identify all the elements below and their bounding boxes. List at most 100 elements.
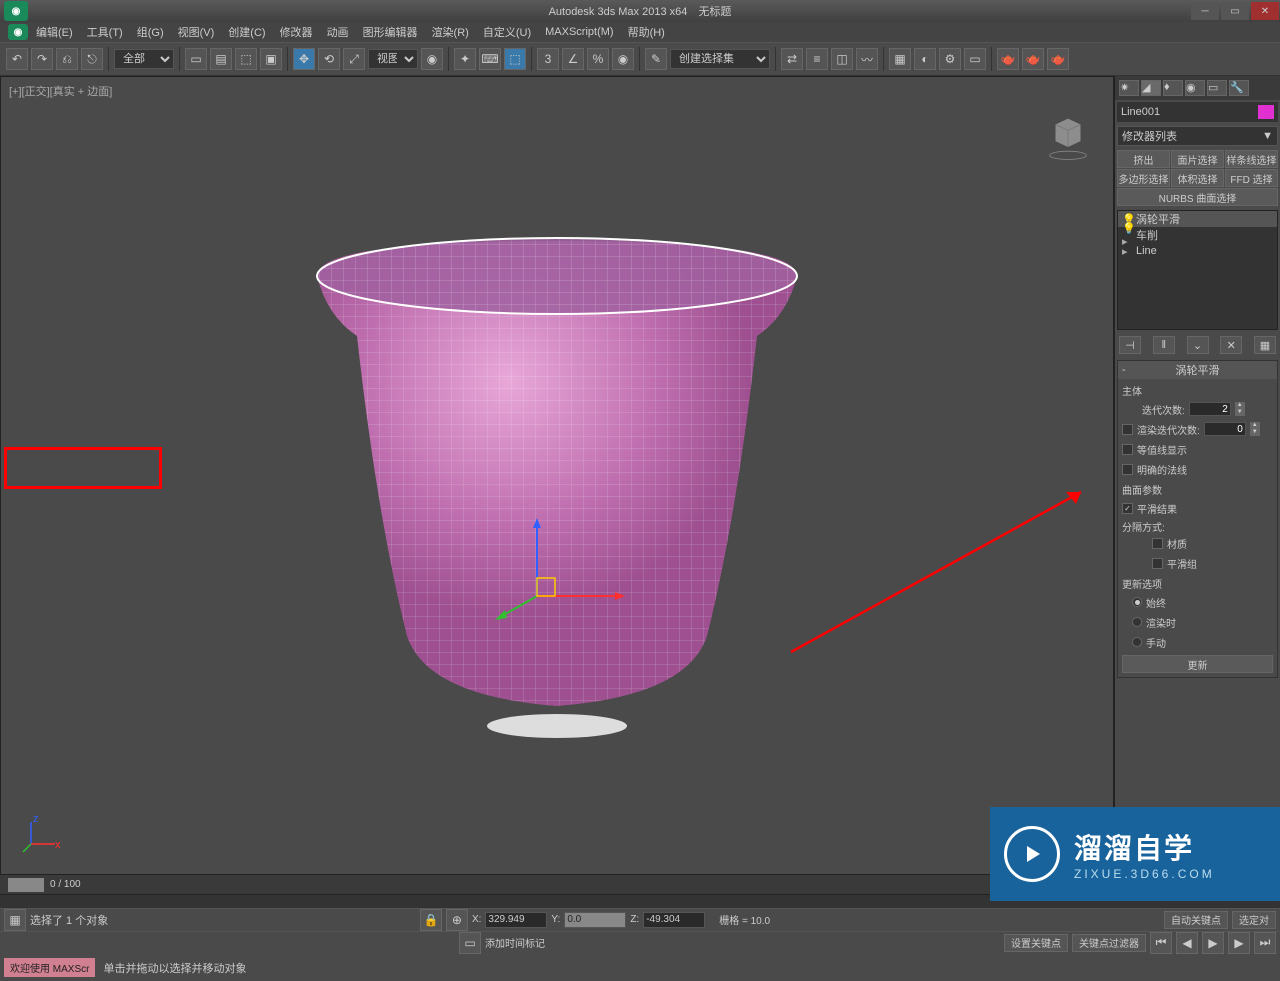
stack-item-turbosmooth[interactable]: 💡涡轮平滑: [1118, 211, 1277, 227]
mod-btn-extrude[interactable]: 挤出: [1117, 150, 1170, 168]
manual-radio[interactable]: [1132, 637, 1142, 647]
percent-snap-button[interactable]: %: [587, 48, 609, 70]
menu-render[interactable]: 渲染(R): [426, 22, 475, 42]
schematic-button[interactable]: ▦: [889, 48, 911, 70]
smoothgroup-checkbox[interactable]: [1152, 558, 1163, 569]
select-name-button[interactable]: ▤: [210, 48, 232, 70]
snap-button[interactable]: ⬚: [504, 48, 526, 70]
named-selection-set[interactable]: 创建选择集: [670, 49, 770, 69]
tab-utilities[interactable]: 🔧: [1229, 80, 1249, 96]
mod-btn-poly[interactable]: 多边形选择: [1117, 169, 1170, 187]
viewport[interactable]: [+][正交][真实 + 边面]: [0, 76, 1114, 875]
minimize-button[interactable]: ─: [1191, 2, 1219, 20]
menu-group[interactable]: 组(G): [131, 22, 170, 42]
normals-checkbox[interactable]: [1122, 464, 1133, 475]
move-button[interactable]: ✥: [293, 48, 315, 70]
lock-button[interactable]: ▦: [4, 909, 26, 931]
mod-btn-patch[interactable]: 面片选择: [1171, 150, 1224, 168]
viewport-label[interactable]: [+][正交][真实 + 边面]: [9, 83, 112, 99]
menu-customize[interactable]: 自定义(U): [477, 22, 537, 42]
material-checkbox[interactable]: [1152, 538, 1163, 549]
object-color-swatch[interactable]: [1258, 105, 1274, 119]
selection-filter[interactable]: 全部: [114, 49, 174, 69]
select-button[interactable]: ▭: [185, 48, 207, 70]
modifier-list-dropdown[interactable]: 修改器列表▼: [1117, 126, 1278, 146]
mod-btn-spline[interactable]: 样条线选择: [1225, 150, 1278, 168]
pivot-button[interactable]: ◉: [421, 48, 443, 70]
tab-hierarchy[interactable]: ♦: [1163, 80, 1183, 96]
absolute-mode-button[interactable]: ⊕: [446, 909, 468, 931]
rollout-header[interactable]: -涡轮平滑: [1118, 361, 1277, 379]
menu-graph[interactable]: 图形编辑器: [357, 22, 424, 42]
time-slider[interactable]: [8, 878, 44, 892]
tab-display[interactable]: ▭: [1207, 80, 1227, 96]
key-filter-button[interactable]: 关键点过滤器: [1072, 934, 1146, 952]
angle-snap-button[interactable]: ∠: [562, 48, 584, 70]
goto-end-button[interactable]: ⏭: [1254, 932, 1276, 954]
render-iter-spinner-buttons[interactable]: ▲▼: [1250, 422, 1260, 436]
iterations-spinner-buttons[interactable]: ▲▼: [1235, 402, 1245, 416]
isoline-checkbox[interactable]: [1122, 444, 1133, 455]
menu-maxscript[interactable]: MAXScript(M): [539, 24, 619, 40]
render-iter-button[interactable]: 🫖: [1022, 48, 1044, 70]
app-menu-icon[interactable]: ◉: [8, 24, 28, 40]
mod-btn-nurbs[interactable]: NURBS 曲面选择: [1117, 188, 1278, 206]
menu-edit[interactable]: 编辑(E): [30, 22, 79, 42]
sel-transform-button[interactable]: 选定对: [1232, 911, 1276, 929]
object-name-field[interactable]: Line001: [1117, 102, 1278, 122]
keyboard-button[interactable]: ⌨: [479, 48, 501, 70]
y-coord-field[interactable]: [564, 912, 626, 928]
menu-animation[interactable]: 动画: [321, 22, 355, 42]
mod-btn-ffd[interactable]: FFD 选择: [1225, 169, 1278, 187]
layers-button[interactable]: ◫: [831, 48, 853, 70]
remove-mod-button[interactable]: ✕: [1220, 336, 1242, 354]
link-button[interactable]: ⎌: [56, 48, 78, 70]
render-setup-button[interactable]: ⚙: [939, 48, 961, 70]
spinner-snap-button[interactable]: ◉: [612, 48, 634, 70]
rotate-button[interactable]: ⟲: [318, 48, 340, 70]
align-button[interactable]: ≡: [806, 48, 828, 70]
material-button[interactable]: ◐: [914, 48, 936, 70]
update-button[interactable]: 更新: [1122, 655, 1273, 673]
smooth-result-checkbox[interactable]: ✓: [1122, 503, 1133, 514]
z-coord-field[interactable]: [643, 912, 705, 928]
listener-button[interactable]: ▭: [459, 932, 481, 954]
redo-button[interactable]: ↷: [31, 48, 53, 70]
make-unique-button[interactable]: ⌄: [1187, 336, 1209, 354]
close-button[interactable]: ✕: [1251, 2, 1279, 20]
render-prod-button[interactable]: 🫖: [997, 48, 1019, 70]
render-iter-checkbox[interactable]: [1122, 424, 1133, 435]
stack-item-line[interactable]: ▸Line: [1118, 243, 1277, 259]
scale-button[interactable]: ⤢: [343, 48, 365, 70]
unlink-button[interactable]: ⎋: [81, 48, 103, 70]
next-frame-button[interactable]: ▶: [1228, 932, 1250, 954]
stack-item-lathe[interactable]: 💡 ▸车削: [1118, 227, 1277, 243]
x-coord-field[interactable]: [485, 912, 547, 928]
curve-editor-button[interactable]: 〰: [856, 48, 878, 70]
modifier-stack[interactable]: 💡涡轮平滑 💡 ▸车削 ▸Line: [1117, 210, 1278, 330]
menu-view[interactable]: 视图(V): [172, 22, 221, 42]
maximize-button[interactable]: ▭: [1221, 2, 1249, 20]
viewcube[interactable]: [1043, 112, 1093, 162]
configure-button[interactable]: ▦: [1254, 336, 1276, 354]
onrender-radio[interactable]: [1132, 617, 1142, 627]
edit-named-button[interactable]: ✎: [645, 48, 667, 70]
render-iter-spinner[interactable]: [1204, 422, 1246, 436]
menu-help[interactable]: 帮助(H): [622, 22, 671, 42]
mod-btn-vol[interactable]: 体积选择: [1171, 169, 1224, 187]
menu-tools[interactable]: 工具(T): [81, 22, 129, 42]
undo-button[interactable]: ↶: [6, 48, 28, 70]
iterations-spinner[interactable]: [1189, 402, 1231, 416]
tab-motion[interactable]: ◉: [1185, 80, 1205, 96]
snap-3d-button[interactable]: 3: [537, 48, 559, 70]
manipulate-button[interactable]: ✦: [454, 48, 476, 70]
prev-frame-button[interactable]: ◀: [1176, 932, 1198, 954]
window-crossing-button[interactable]: ▣: [260, 48, 282, 70]
render-frame-button[interactable]: ▭: [964, 48, 986, 70]
tab-modify[interactable]: ◢: [1141, 80, 1161, 96]
select-region-button[interactable]: ⬚: [235, 48, 257, 70]
menu-create[interactable]: 创建(C): [222, 22, 271, 42]
play-button[interactable]: ▶: [1202, 932, 1224, 954]
show-end-button[interactable]: ‖: [1153, 336, 1175, 354]
add-time-tag[interactable]: 添加时间标记: [485, 935, 545, 950]
